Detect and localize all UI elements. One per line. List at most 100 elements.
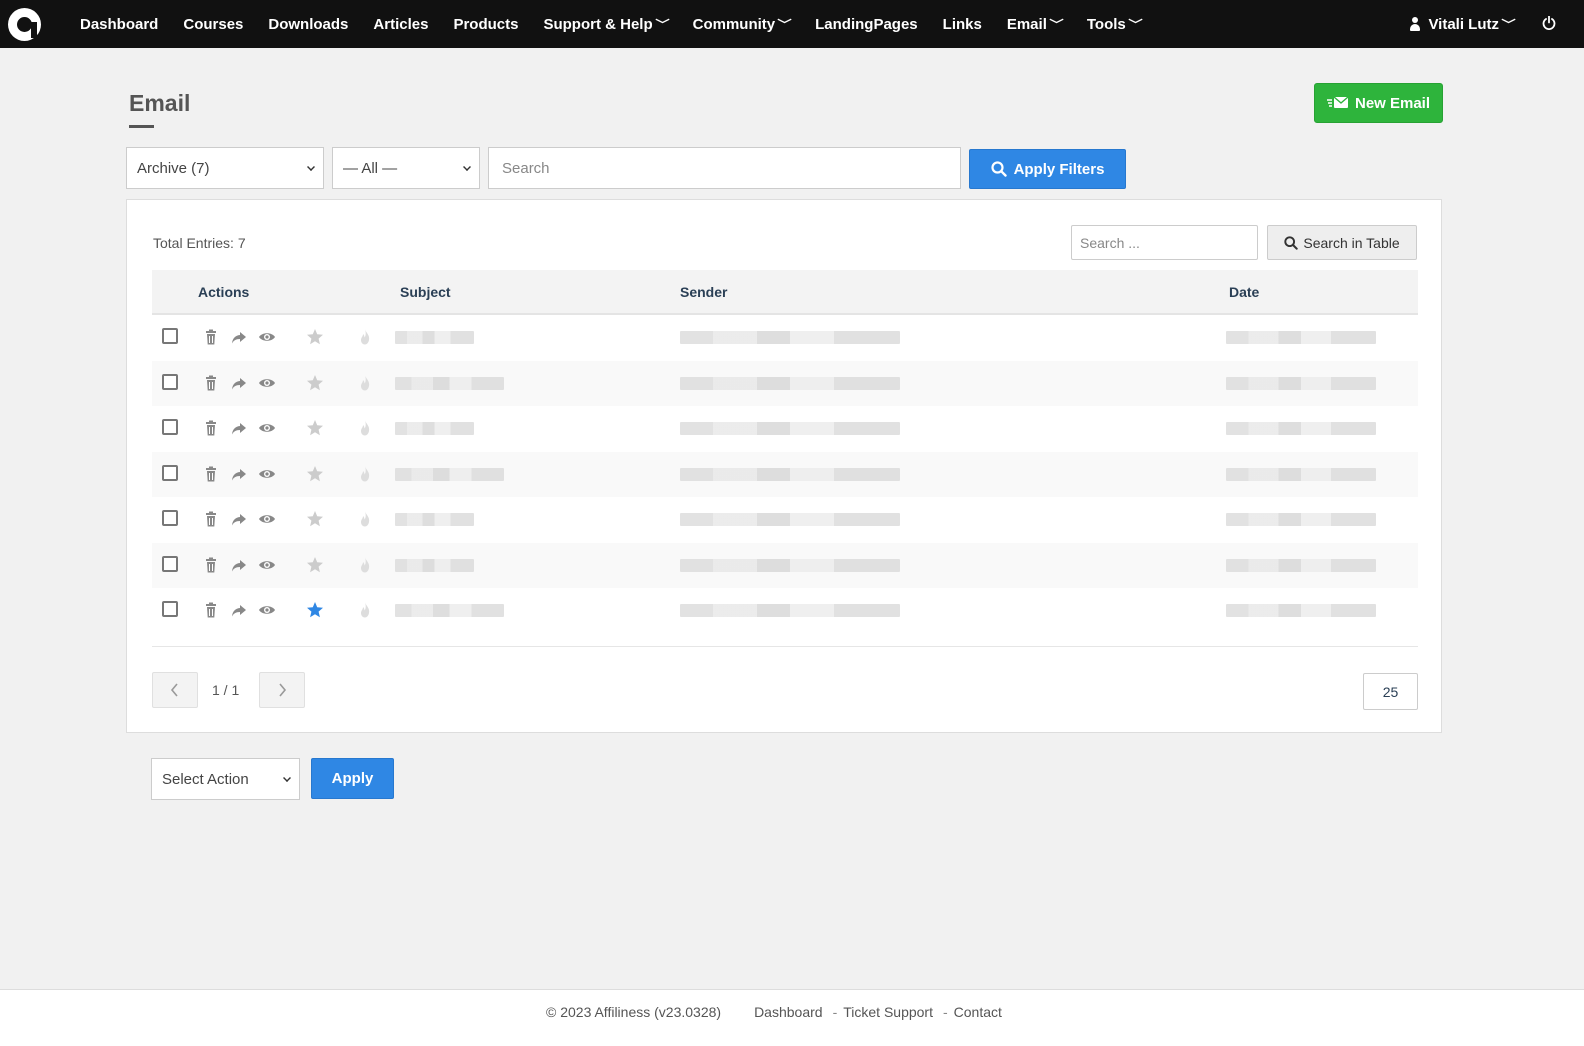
nav-item-dashboard[interactable]: Dashboard — [80, 16, 158, 33]
nav-item-label: Articles — [373, 15, 429, 33]
new-email-button[interactable]: New Email — [1314, 83, 1443, 123]
forward-icon[interactable] — [230, 374, 248, 392]
footer-link-dashboard[interactable]: Dashboard — [754, 1004, 823, 1020]
main-nav: Dashboard Courses Downloads Articles Product… — [80, 0, 1166, 48]
date-cell — [1226, 422, 1376, 435]
power-icon[interactable] — [1542, 16, 1556, 30]
table-row[interactable] — [152, 406, 1418, 451]
folder-select[interactable]: Archive (7) — [126, 147, 324, 189]
nav-item-email[interactable]: Email ﹀ — [1007, 16, 1064, 33]
fire-icon[interactable] — [356, 465, 374, 483]
date-cell — [1226, 376, 1376, 390]
nav-item-support-help[interactable]: Support & Help ﹀ — [543, 16, 669, 33]
nav-item-tools[interactable]: Tools ﹀ — [1086, 15, 1143, 33]
forward-icon[interactable] — [230, 556, 248, 574]
nav-item-landingpages[interactable]: LandingPages — [815, 16, 918, 33]
trash-icon[interactable] — [202, 510, 220, 528]
trash-icon[interactable] — [202, 328, 220, 346]
nav-item-downloads[interactable]: Downloads — [268, 16, 348, 33]
row-checkbox[interactable] — [162, 419, 178, 435]
star-icon[interactable] — [306, 419, 324, 437]
table-row[interactable] — [152, 497, 1418, 542]
star-icon[interactable] — [306, 601, 324, 619]
nav-item-products[interactable]: Products — [453, 16, 518, 33]
subject-cell — [395, 376, 504, 390]
column-date[interactable]: Date — [1229, 284, 1259, 300]
next-page-button[interactable] — [259, 672, 305, 708]
nav-item-links[interactable]: Links — [943, 16, 982, 33]
type-select[interactable]: — All — — [332, 147, 480, 189]
bulk-action-value: Select Action — [162, 770, 249, 788]
eye-icon[interactable] — [258, 510, 276, 528]
table-row[interactable] — [152, 588, 1418, 633]
total-entries: Total Entries: 7 — [153, 235, 246, 251]
eye-icon[interactable] — [258, 601, 276, 619]
eye-icon[interactable] — [258, 465, 276, 483]
nav-item-label: Tools — [1086, 15, 1126, 33]
apply-filters-button[interactable]: Apply Filters — [969, 149, 1126, 189]
nav-item-label: Downloads — [268, 15, 349, 33]
trash-icon[interactable] — [202, 419, 220, 437]
fire-icon[interactable] — [356, 556, 374, 574]
row-checkbox[interactable] — [162, 328, 178, 344]
eye-icon[interactable] — [258, 419, 276, 437]
fire-icon[interactable] — [356, 328, 374, 346]
fire-icon[interactable] — [356, 374, 374, 392]
trash-icon[interactable] — [202, 465, 220, 483]
table-row[interactable] — [152, 360, 1418, 406]
eye-icon[interactable] — [258, 328, 276, 346]
forward-icon[interactable] — [230, 601, 248, 619]
forward-icon[interactable] — [230, 419, 248, 437]
forward-icon[interactable] — [230, 465, 248, 483]
table-row[interactable] — [152, 451, 1418, 497]
row-checkbox[interactable] — [162, 555, 178, 572]
trash-icon[interactable] — [202, 601, 220, 619]
fire-icon[interactable] — [356, 601, 374, 619]
bulk-action-select[interactable]: Select Action — [151, 758, 300, 800]
row-checkbox[interactable] — [162, 373, 178, 390]
per-page-select[interactable]: 25 — [1363, 673, 1418, 710]
trash-icon[interactable] — [202, 556, 220, 574]
type-select-value: — All — — [343, 159, 398, 177]
star-icon[interactable] — [306, 328, 324, 346]
subject-cell — [395, 467, 504, 481]
forward-icon[interactable] — [230, 328, 248, 346]
star-icon[interactable] — [306, 510, 324, 528]
prev-page-button[interactable] — [152, 672, 198, 708]
column-subject[interactable]: Subject — [400, 284, 451, 300]
eye-icon[interactable] — [258, 374, 276, 392]
row-checkbox[interactable] — [162, 510, 178, 526]
star-icon[interactable] — [306, 556, 324, 574]
column-sender[interactable]: Sender — [680, 284, 727, 300]
star-icon[interactable] — [306, 465, 324, 483]
trash-icon[interactable] — [202, 374, 220, 392]
nav-item-articles[interactable]: Articles — [373, 16, 428, 33]
table-row[interactable] — [152, 315, 1418, 360]
eye-icon[interactable] — [258, 556, 276, 574]
top-navbar: Dashboard Courses Downloads Articles Product… — [0, 0, 1584, 48]
nav-item-courses[interactable]: Courses — [183, 16, 243, 33]
search-in-table-button[interactable]: Search in Table — [1267, 225, 1417, 260]
fire-icon[interactable] — [356, 419, 374, 437]
footer-link-ticket-support[interactable]: Ticket Support — [843, 1004, 933, 1020]
footer: © 2023 Affiliness (v23.0328) Dashboard -… — [0, 989, 1584, 1046]
forward-icon[interactable] — [230, 510, 248, 528]
user-menu[interactable]: Vitali Lutz ﹀ — [1409, 0, 1516, 48]
search-in-table-label: Search in Table — [1303, 234, 1400, 251]
nav-item-label: Dashboard — [80, 15, 159, 33]
subject-cell — [395, 331, 474, 344]
fire-icon[interactable] — [356, 510, 374, 528]
column-actions: Actions — [198, 284, 250, 300]
brand-logo-icon[interactable] — [8, 8, 41, 41]
star-icon[interactable] — [306, 374, 324, 392]
nav-item-community[interactable]: Community ﹀ — [693, 16, 792, 33]
row-checkbox[interactable] — [162, 601, 178, 617]
nav-item-label: Products — [453, 15, 519, 33]
table-search-input[interactable]: Search ... — [1071, 225, 1258, 260]
bulk-apply-button[interactable]: Apply — [311, 758, 394, 799]
row-checkbox[interactable] — [162, 464, 178, 481]
table-row[interactable] — [152, 542, 1418, 588]
date-cell — [1226, 604, 1376, 617]
search-input[interactable]: Search — [488, 147, 961, 189]
footer-link-contact[interactable]: Contact — [954, 1004, 1002, 1020]
